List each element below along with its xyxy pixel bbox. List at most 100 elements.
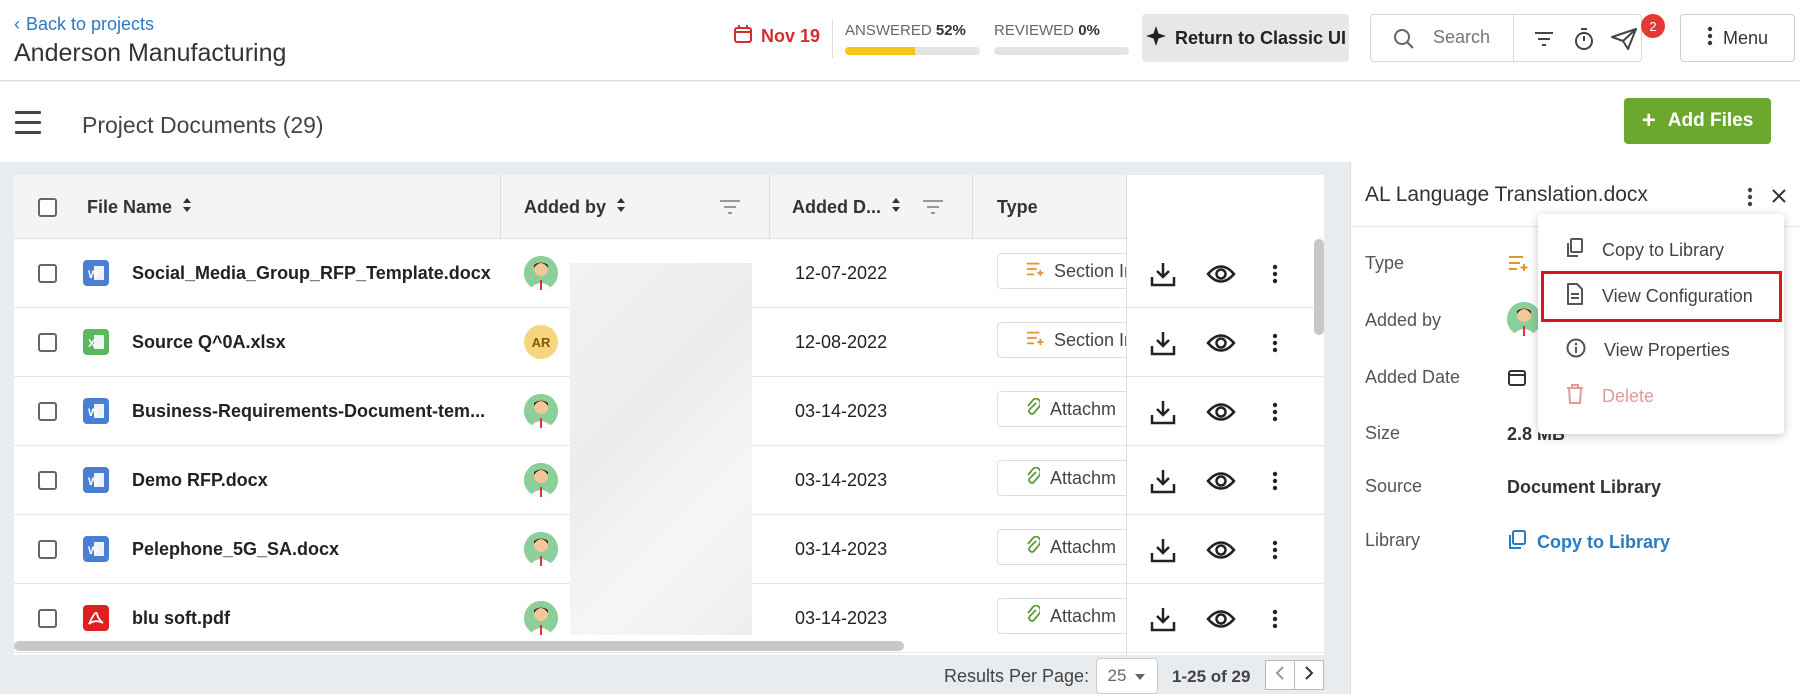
per-page-select[interactable]: 25: [1096, 658, 1158, 694]
row-checkbox[interactable]: [38, 263, 57, 283]
row-checkbox[interactable]: [38, 470, 57, 490]
file-name[interactable]: Source Q^0A.xlsx: [132, 308, 286, 376]
per-page-value: 25: [1107, 666, 1127, 685]
type-badge: Section Im: [997, 253, 1137, 289]
added-by-filter-icon[interactable]: [719, 175, 741, 239]
eye-icon[interactable]: [1205, 467, 1237, 495]
row-actions: [1127, 239, 1324, 308]
copy-icon: [1566, 237, 1584, 263]
project-name: Anderson Manufacturing: [14, 39, 287, 67]
copy-icon: [1507, 530, 1527, 555]
select-all-checkbox-cell: [38, 175, 57, 239]
row-more-icon[interactable]: [1267, 537, 1283, 563]
file-name[interactable]: Demo RFP.docx: [132, 446, 268, 514]
section-icon: [1026, 330, 1044, 351]
row-checkbox[interactable]: [38, 608, 57, 628]
row-actions: [1127, 377, 1324, 446]
page-title: Project Documents (29): [82, 112, 324, 138]
search-input[interactable]: [1433, 27, 1543, 48]
answered-pct: 52%: [935, 22, 966, 39]
download-icon[interactable]: [1149, 605, 1177, 633]
row-more-icon[interactable]: [1267, 261, 1283, 287]
row-checkbox-cell: [38, 515, 57, 583]
column-label: Type: [997, 196, 1038, 217]
column-added-by[interactable]: Added by: [524, 175, 626, 239]
file-name[interactable]: Social_Media_Group_RFP_Template.docx: [132, 239, 491, 307]
eye-icon[interactable]: [1205, 398, 1237, 426]
file-word-icon: W: [83, 377, 109, 445]
download-icon[interactable]: [1149, 536, 1177, 564]
added-date-filter-icon[interactable]: [922, 175, 944, 239]
type-label: Attachm: [1050, 398, 1117, 419]
download-icon[interactable]: [1149, 260, 1177, 288]
file-name[interactable]: Business-Requirements-Document-tem...: [132, 377, 485, 445]
reviewed-progress-bar: [994, 47, 1129, 55]
row-checkbox-cell: [38, 308, 57, 376]
file-name[interactable]: Pelephone_5G_SA.docx: [132, 515, 339, 583]
column-file-name[interactable]: File Name: [87, 175, 192, 239]
filter-icon[interactable]: [1531, 27, 1557, 51]
sort-icon[interactable]: [891, 197, 901, 218]
row-checkbox[interactable]: [38, 332, 57, 352]
sort-icon[interactable]: [616, 197, 626, 218]
close-icon[interactable]: [1769, 186, 1789, 206]
search-icon[interactable]: [1391, 26, 1417, 52]
eye-icon[interactable]: [1205, 536, 1237, 564]
download-icon[interactable]: [1149, 398, 1177, 426]
download-icon[interactable]: [1149, 467, 1177, 495]
divider: [1513, 15, 1514, 61]
back-link-label: Back to projects: [26, 14, 155, 34]
added-date: 12-07-2022: [795, 262, 888, 283]
added-by-avatar-cell: [524, 446, 558, 514]
section-icon: [1507, 252, 1529, 274]
menu-button[interactable]: Menu: [1680, 14, 1795, 62]
column-added-date[interactable]: Added D...: [792, 175, 901, 239]
return-classic-ui-button[interactable]: Return to Classic UI: [1142, 14, 1349, 62]
plus-icon: +: [1641, 107, 1656, 134]
copy-to-library-link[interactable]: Copy to Library: [1507, 530, 1670, 555]
avatar: [524, 394, 558, 428]
menu-item-view-properties[interactable]: View Properties: [1538, 327, 1784, 373]
row-more-icon[interactable]: [1267, 468, 1283, 494]
hamburger-menu-icon[interactable]: [15, 111, 41, 141]
row-actions: [1127, 515, 1324, 584]
row-checkbox[interactable]: [38, 539, 57, 559]
sort-icon[interactable]: [182, 197, 192, 218]
menu-item-label: Delete: [1602, 385, 1655, 406]
vertical-scrollbar[interactable]: [1314, 239, 1324, 335]
timer-icon[interactable]: [1571, 26, 1597, 52]
type-label: Attachm: [1050, 605, 1117, 626]
more-vertical-icon: [1707, 26, 1713, 51]
type-badge: Attachm: [997, 598, 1137, 634]
row-more-icon[interactable]: [1267, 399, 1283, 425]
eye-icon[interactable]: [1205, 329, 1237, 357]
row-checkbox-cell: [38, 377, 57, 445]
notification-badge: 2: [1641, 14, 1665, 38]
select-all-checkbox[interactable]: [38, 197, 57, 217]
row-more-icon[interactable]: [1267, 606, 1283, 632]
search-box: [1370, 14, 1642, 62]
horizontal-scrollbar[interactable]: [14, 641, 904, 651]
prev-page-button[interactable]: [1265, 660, 1295, 690]
type-label: Attachm: [1050, 467, 1117, 488]
due-date: Nov 19: [733, 24, 820, 49]
row-checkbox[interactable]: [38, 401, 57, 421]
menu-label: Menu: [1722, 27, 1769, 48]
eye-icon[interactable]: [1205, 605, 1237, 633]
column-type[interactable]: Type: [997, 175, 1038, 239]
panel-source-label: Source: [1365, 476, 1423, 496]
row-more-icon[interactable]: [1267, 330, 1283, 356]
download-icon[interactable]: [1149, 329, 1177, 357]
add-files-button[interactable]: + Add Files: [1624, 98, 1771, 144]
back-to-projects-link[interactable]: ‹ Back to projects: [14, 14, 154, 35]
next-page-button[interactable]: [1294, 660, 1324, 690]
type-badge: Attachm: [997, 529, 1137, 565]
menu-item-copy-to-library[interactable]: Copy to Library: [1538, 227, 1784, 273]
send-icon[interactable]: [1609, 25, 1639, 53]
menu-item-delete[interactable]: Delete: [1538, 373, 1784, 419]
panel-more-icon[interactable]: [1742, 186, 1758, 208]
paperclip-icon: [1026, 466, 1042, 490]
eye-icon[interactable]: [1205, 260, 1237, 288]
panel-added-date-label: Added Date: [1365, 367, 1461, 387]
section-icon: [1026, 261, 1044, 282]
